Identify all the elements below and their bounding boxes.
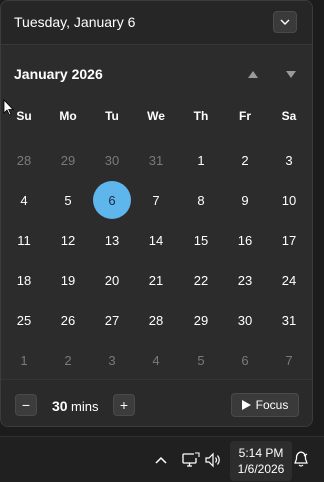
increase-minutes-button[interactable]: + xyxy=(113,394,135,416)
calendar-day[interactable]: 23 xyxy=(226,261,264,299)
collapse-button[interactable] xyxy=(273,11,297,33)
calendar-day[interactable]: 2 xyxy=(49,341,87,379)
calendar-day[interactable]: 10 xyxy=(270,181,308,219)
taskbar: 5:14 PM 1/6/2026 xyxy=(0,436,324,482)
calendar-day[interactable]: 29 xyxy=(49,141,87,179)
calendar-day-today[interactable]: 6 xyxy=(93,181,131,219)
calendar-day[interactable]: 9 xyxy=(226,181,264,219)
calendar-day[interactable]: 31 xyxy=(270,301,308,339)
month-title[interactable]: January 2026 xyxy=(14,66,103,82)
volume-button[interactable] xyxy=(204,452,222,468)
calendar-flyout: Tuesday, January 6 January 2026 Su Mo Tu We… xyxy=(0,0,313,427)
calendar-day[interactable]: 11 xyxy=(5,221,43,259)
previous-month-button[interactable] xyxy=(245,67,261,81)
weekday-label: Mo xyxy=(59,109,77,123)
calendar-day[interactable]: 14 xyxy=(137,221,175,259)
calendar-day[interactable]: 4 xyxy=(137,341,175,379)
calendar-day[interactable]: 25 xyxy=(5,301,43,339)
calendar-day[interactable]: 24 xyxy=(270,261,308,299)
calendar-day[interactable]: 3 xyxy=(270,141,308,179)
calendar-day[interactable]: 22 xyxy=(182,261,220,299)
calendar-day[interactable]: 5 xyxy=(182,341,220,379)
calendar-day[interactable]: 3 xyxy=(93,341,131,379)
calendar-day[interactable]: 30 xyxy=(93,141,131,179)
calendar-day[interactable]: 8 xyxy=(182,181,220,219)
decrease-minutes-button[interactable]: − xyxy=(15,394,37,416)
triangle-down-icon xyxy=(286,70,296,78)
calendar-day[interactable]: 7 xyxy=(137,181,175,219)
month-nav: January 2026 xyxy=(1,57,312,89)
volume-icon xyxy=(205,452,220,468)
weekday-label: Su xyxy=(16,109,32,123)
next-month-button[interactable] xyxy=(283,67,299,81)
calendar-day[interactable]: 17 xyxy=(270,221,308,259)
calendar-day[interactable]: 12 xyxy=(49,221,87,259)
calendar-day-grid: 28 29 30 31 1 2 3 4 5 6 7 8 9 10 11 12 13 14 15 16 17 18 19 20 2… xyxy=(1,139,312,379)
play-icon xyxy=(241,400,251,410)
date-header: Tuesday, January 6 xyxy=(1,1,312,45)
weekday-label: Sa xyxy=(281,109,297,123)
calendar-day[interactable]: 1 xyxy=(5,341,43,379)
calendar-day[interactable]: 31 xyxy=(137,141,175,179)
full-date-label: Tuesday, January 6 xyxy=(14,14,136,30)
calendar-day[interactable]: 26 xyxy=(49,301,87,339)
calendar-day[interactable]: 4 xyxy=(5,181,43,219)
calendar-day[interactable]: 19 xyxy=(49,261,87,299)
network-icon xyxy=(182,452,200,467)
triangle-up-icon xyxy=(248,70,258,78)
focus-minutes-value: 30 xyxy=(52,398,68,414)
calendar-day[interactable]: 2 xyxy=(226,141,264,179)
calendar-day[interactable]: 28 xyxy=(5,141,43,179)
calendar-day[interactable]: 7 xyxy=(270,341,308,379)
network-button[interactable] xyxy=(182,452,200,468)
calendar-day[interactable]: 28 xyxy=(137,301,175,339)
focus-button-label: Focus xyxy=(255,398,289,412)
calendar-day[interactable]: 18 xyxy=(5,261,43,299)
weekday-label: Fr xyxy=(239,109,251,123)
calendar-day[interactable]: 6 xyxy=(226,341,264,379)
calendar-day[interactable]: 29 xyxy=(182,301,220,339)
calendar-day[interactable]: 16 xyxy=(226,221,264,259)
clock-button[interactable]: 5:14 PM 1/6/2026 xyxy=(230,441,292,481)
calendar-day[interactable]: 1 xyxy=(182,141,220,179)
calendar-day[interactable]: 5 xyxy=(49,181,87,219)
calendar-day[interactable]: 27 xyxy=(93,301,131,339)
focus-start-button[interactable]: Focus xyxy=(231,393,299,417)
clock-time: 5:14 PM xyxy=(238,446,284,460)
clock-date: 1/6/2026 xyxy=(237,462,285,476)
weekday-label: We xyxy=(147,109,165,123)
calendar-day[interactable]: 13 xyxy=(93,221,131,259)
focus-minutes-unit: mins xyxy=(71,399,99,414)
weekday-label: Th xyxy=(193,109,209,123)
calendar-day[interactable]: 15 xyxy=(182,221,220,259)
focus-session-bar: − 30 mins + Focus xyxy=(1,379,312,426)
show-hidden-icons-button[interactable] xyxy=(152,452,170,468)
calendar-day[interactable]: 30 xyxy=(226,301,264,339)
calendar-day[interactable]: 21 xyxy=(137,261,175,299)
weekday-label: Tu xyxy=(105,109,119,123)
weekday-header-row: Su Mo Tu We Th Fr Sa xyxy=(1,109,312,129)
chevron-down-icon xyxy=(280,19,290,25)
chevron-up-icon xyxy=(155,456,167,464)
notification-bell-icon[interactable] xyxy=(292,450,310,468)
calendar-day[interactable]: 20 xyxy=(93,261,131,299)
